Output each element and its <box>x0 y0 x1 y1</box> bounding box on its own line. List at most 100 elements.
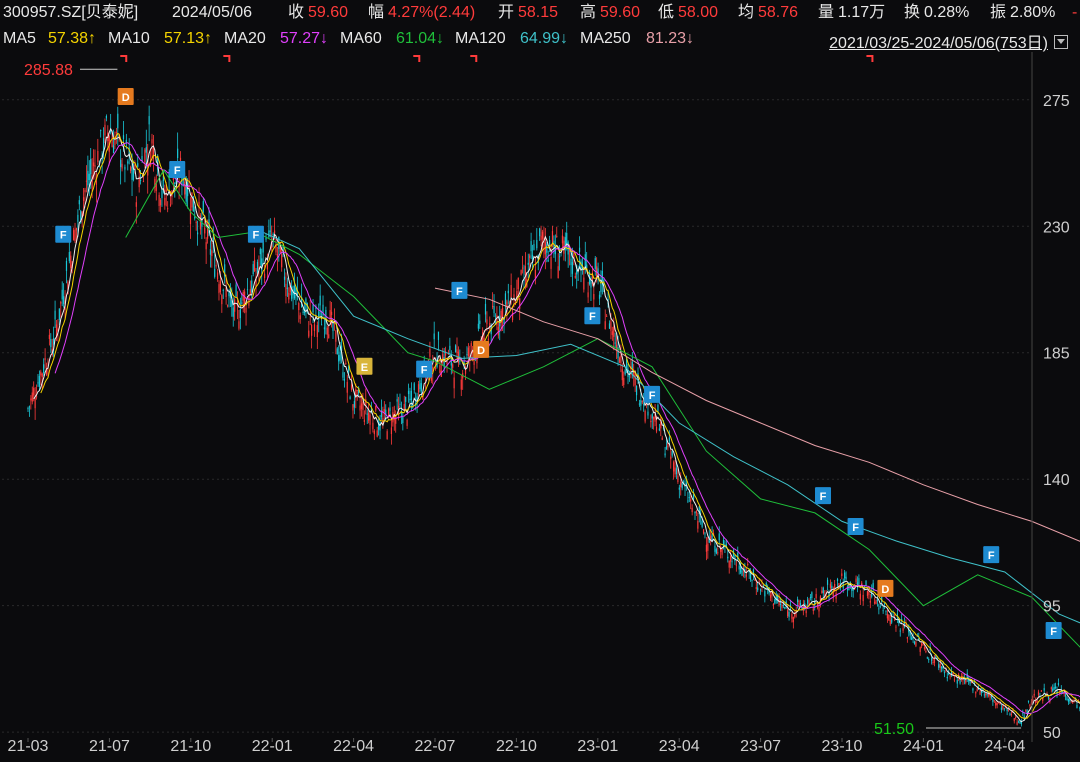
candle-body <box>821 590 823 594</box>
candle-body <box>604 321 606 330</box>
candle-body <box>241 302 243 304</box>
candle-body <box>1050 687 1052 689</box>
candle-body <box>772 603 774 605</box>
candle-body <box>919 647 921 652</box>
signal-marker[interactable]: F <box>55 225 72 243</box>
candle-body <box>586 264 588 268</box>
signal-marker[interactable]: F <box>416 360 433 378</box>
signal-marker[interactable]: F <box>815 487 832 505</box>
candle-body <box>687 500 689 502</box>
candle-body <box>938 664 940 668</box>
candle-body <box>273 230 276 234</box>
candle-body <box>221 295 223 305</box>
candle-body <box>268 230 270 238</box>
candle-body <box>996 702 998 706</box>
event-flag-icon[interactable] <box>120 55 128 62</box>
candle-body <box>1006 709 1008 712</box>
ma5-label: MA5 <box>3 30 36 47</box>
candle-body <box>707 543 709 551</box>
y-tick-label: 140 <box>1043 472 1070 489</box>
signal-marker[interactable]: F <box>169 161 186 179</box>
candle-body <box>37 382 39 384</box>
candle-body <box>606 315 608 317</box>
event-flag-icon[interactable] <box>223 55 231 62</box>
signal-marker[interactable]: F <box>644 385 661 403</box>
signal-marker[interactable]: D <box>877 579 894 597</box>
open-value: 58.15 <box>518 4 559 21</box>
event-flag-icon[interactable] <box>866 55 874 62</box>
candle-body <box>692 494 695 500</box>
candle-body <box>346 381 348 393</box>
candle-body <box>1076 705 1078 709</box>
candle-body <box>234 299 236 312</box>
candle-body <box>594 258 596 269</box>
candle-body <box>164 197 166 206</box>
candle-body <box>989 694 991 697</box>
candle-body <box>95 180 98 185</box>
candle-body <box>1002 705 1004 709</box>
candle-body <box>717 552 719 554</box>
signal-marker[interactable]: F <box>451 281 468 299</box>
ma120-label: MA120 <box>455 30 506 47</box>
candle-body <box>285 283 287 297</box>
candle-body <box>643 404 645 406</box>
signal-marker[interactable]: D <box>473 340 490 358</box>
candle-body <box>332 322 334 332</box>
candle-body <box>855 578 857 582</box>
candle-body <box>387 408 390 417</box>
signal-marker-label: D <box>881 584 889 596</box>
candle-body <box>530 241 532 252</box>
candle-body <box>433 333 435 340</box>
candle-body <box>219 281 222 293</box>
candle-body <box>406 420 408 426</box>
candle-body <box>413 383 415 391</box>
ma60-line <box>125 169 1080 648</box>
candle-body <box>33 388 35 396</box>
candle-body <box>831 585 833 589</box>
candle-body <box>251 280 253 293</box>
candle-body <box>805 610 807 614</box>
candle-body <box>63 296 65 304</box>
signal-marker[interactable]: E <box>356 357 373 375</box>
candle-body <box>690 499 692 502</box>
signal-marker[interactable]: F <box>247 225 264 243</box>
candle-body <box>254 259 256 272</box>
candle-body <box>921 643 923 647</box>
signal-marker-label: F <box>589 311 596 323</box>
event-flag-icon[interactable] <box>413 55 421 62</box>
candle-body <box>681 482 683 489</box>
candle-body <box>1067 699 1070 702</box>
candle-body <box>546 244 548 253</box>
candle-body <box>926 657 928 659</box>
candle-body <box>265 237 267 240</box>
signal-marker[interactable]: D <box>117 87 134 105</box>
candle-body <box>50 339 52 348</box>
candle-body <box>754 579 756 581</box>
candle-body <box>41 373 43 377</box>
candle-body <box>211 250 213 257</box>
candle-body <box>54 310 56 320</box>
kline-chart[interactable]: FDFFEFFDFFFFDFFF 2752301851409550 21-032… <box>0 52 1080 762</box>
signal-marker[interactable]: F <box>584 307 601 325</box>
candle-body <box>882 610 884 612</box>
candle-body <box>658 428 660 431</box>
ma60-value: 61.04↓ <box>396 30 445 47</box>
candle-body <box>510 285 512 298</box>
candle-body <box>105 115 107 119</box>
signal-marker[interactable]: F <box>983 546 1000 564</box>
date-range-selector[interactable]: 2021/03/25-2024/05/06(753日) <box>829 29 1068 53</box>
candle-body <box>841 573 843 576</box>
signal-marker[interactable]: F <box>1045 621 1062 639</box>
candle-body <box>104 124 106 136</box>
candle-body <box>665 446 668 450</box>
candle-body <box>822 587 824 594</box>
candle-body <box>1042 698 1044 701</box>
signal-marker[interactable]: F <box>847 517 864 535</box>
y-tick-label: 230 <box>1043 219 1070 236</box>
candle-body <box>779 604 782 606</box>
candle-body <box>1035 700 1037 703</box>
candle-body <box>943 672 946 674</box>
candle-body <box>286 287 288 289</box>
candle-body <box>28 406 31 408</box>
event-flag-icon[interactable] <box>470 55 478 62</box>
